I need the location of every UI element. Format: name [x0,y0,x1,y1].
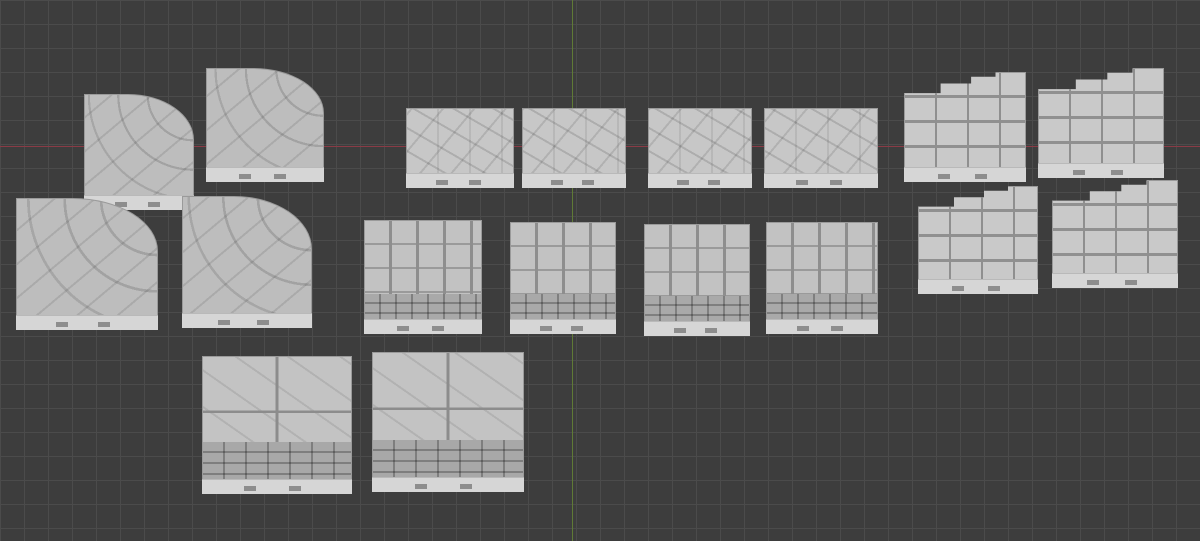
curved-corner-tile-3[interactable] [16,198,158,330]
flat-floor-tile-4[interactable] [764,108,878,188]
flat-floor-tile-1[interactable] [406,108,514,188]
3d-viewport[interactable] [0,0,1200,541]
corner-step-tile-4[interactable] [1052,180,1178,288]
curved-corner-tile-4[interactable] [182,196,312,328]
stair-tile-3[interactable] [644,224,750,336]
block-tile-1[interactable] [202,356,352,494]
stair-tile-1[interactable] [364,220,482,334]
flat-floor-tile-2[interactable] [522,108,626,188]
stair-tile-4[interactable] [766,222,878,334]
corner-step-tile-2[interactable] [1038,68,1164,178]
flat-floor-tile-3[interactable] [648,108,752,188]
block-tile-2[interactable] [372,352,524,492]
stair-tile-2[interactable] [510,222,616,334]
curved-corner-tile-2[interactable] [206,68,324,182]
corner-step-tile-1[interactable] [904,72,1026,182]
corner-step-tile-3[interactable] [918,186,1038,294]
curved-corner-tile-1[interactable] [84,94,194,210]
